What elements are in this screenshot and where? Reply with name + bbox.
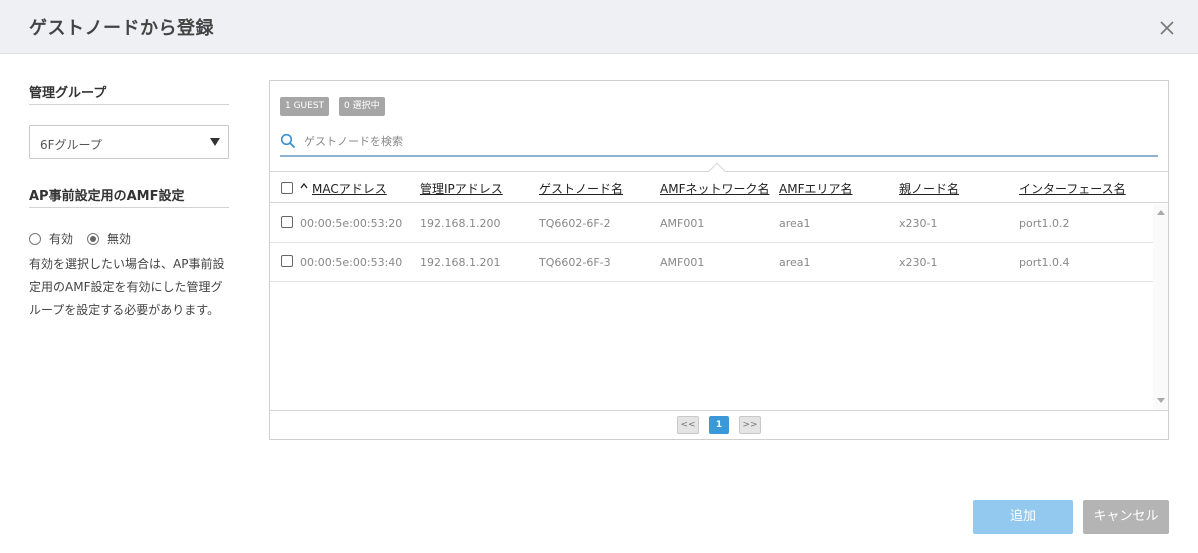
pager-page-1[interactable]: 1 <box>709 416 729 434</box>
caret-down-icon <box>210 138 220 146</box>
add-button[interactable]: 追加 <box>973 500 1073 534</box>
column-mac[interactable]: MACアドレス <box>312 180 387 197</box>
column-amf-network[interactable]: AMFネットワーク名 <box>660 180 769 197</box>
amf-radio-group: 有効 無効 <box>29 230 229 247</box>
sort-column-notch <box>708 162 726 180</box>
guest-count-badge: 1 GUEST <box>280 97 330 116</box>
column-parent-node[interactable]: 親ノード名 <box>899 180 959 197</box>
table-row[interactable]: 00:00:5e:00:53:40 192.168.1.201 TQ6602-6… <box>270 243 1153 282</box>
dialog-title: ゲストノードから登録 <box>29 18 214 39</box>
group-select[interactable]: 6Fグループ <box>29 125 229 159</box>
radio-enable-label: 有効 <box>49 232 74 246</box>
radio-enable[interactable]: 有効 <box>29 230 73 247</box>
search-icon <box>280 133 296 149</box>
cell-guest-node: TQ6602-6F-3 <box>539 256 611 269</box>
search-bar <box>280 129 1158 157</box>
dialog-header: ゲストノードから登録 <box>0 0 1198 54</box>
radio-disable-circle[interactable] <box>87 232 100 245</box>
cell-guest-node: TQ6602-6F-2 <box>539 217 611 230</box>
badge-group: 1 GUEST 0 選択中 <box>280 97 395 116</box>
row-checkbox[interactable] <box>281 216 293 228</box>
selected-count-badge: 0 選択中 <box>339 97 385 116</box>
left-settings: 管理グループ 6Fグループ AP事前設定用のAMF設定 有効 無効 有効を選択し… <box>29 82 229 322</box>
cell-amf-area: area1 <box>779 256 811 269</box>
close-icon[interactable] <box>1157 18 1177 38</box>
guest-node-panel: 1 GUEST 0 選択中 MACアドレス 管理IPアドレス ゲストノード名 A… <box>269 80 1169 440</box>
cell-ip: 192.168.1.201 <box>420 256 501 269</box>
radio-disable[interactable]: 無効 <box>87 230 131 247</box>
column-ip[interactable]: 管理IPアドレス <box>420 180 503 197</box>
amf-section-title: AP事前設定用のAMF設定 <box>29 185 229 208</box>
cell-interface: port1.0.4 <box>1019 256 1070 269</box>
pagination: << 1 >> <box>270 410 1168 439</box>
cell-amf-area: area1 <box>779 217 811 230</box>
amf-note: 有効を選択したい場合は、AP事前設定用のAMF設定を有効にした管理グループを設定… <box>29 257 225 317</box>
cell-amf-network: AMF001 <box>660 217 705 230</box>
cell-interface: port1.0.2 <box>1019 217 1070 230</box>
cell-parent-node: x230-1 <box>899 256 938 269</box>
cancel-button[interactable]: キャンセル <box>1083 500 1169 534</box>
group-section-title: 管理グループ <box>29 82 229 105</box>
cell-mac: 00:00:5e:00:53:20 <box>300 217 403 230</box>
sort-asc-icon[interactable] <box>300 182 308 190</box>
column-interface[interactable]: インターフェース名 <box>1019 180 1126 197</box>
cell-mac: 00:00:5e:00:53:40 <box>300 256 403 269</box>
column-guest-node[interactable]: ゲストノード名 <box>539 180 623 197</box>
table-scrollbar[interactable] <box>1153 204 1168 410</box>
cell-parent-node: x230-1 <box>899 217 938 230</box>
row-checkbox[interactable] <box>281 255 293 267</box>
table-body: 00:00:5e:00:53:20 192.168.1.200 TQ6602-6… <box>270 204 1153 410</box>
scroll-up-arrow-icon[interactable] <box>1157 210 1165 215</box>
search-input[interactable] <box>304 131 1144 151</box>
radio-disable-label: 無効 <box>107 232 132 246</box>
cell-amf-network: AMF001 <box>660 256 705 269</box>
table-header: MACアドレス 管理IPアドレス ゲストノード名 AMFネットワーク名 AMFエ… <box>270 162 1168 203</box>
pager-prev-button[interactable]: << <box>677 416 699 434</box>
pager-next-button[interactable]: >> <box>739 416 761 434</box>
table-row[interactable]: 00:00:5e:00:53:20 192.168.1.200 TQ6602-6… <box>270 204 1153 243</box>
radio-enable-circle[interactable] <box>29 232 41 245</box>
scroll-down-arrow-icon[interactable] <box>1157 398 1165 403</box>
group-select-value: 6Fグループ <box>40 138 102 152</box>
select-all-checkbox[interactable] <box>281 182 293 194</box>
cell-ip: 192.168.1.200 <box>420 217 501 230</box>
column-amf-area[interactable]: AMFエリア名 <box>779 180 852 197</box>
